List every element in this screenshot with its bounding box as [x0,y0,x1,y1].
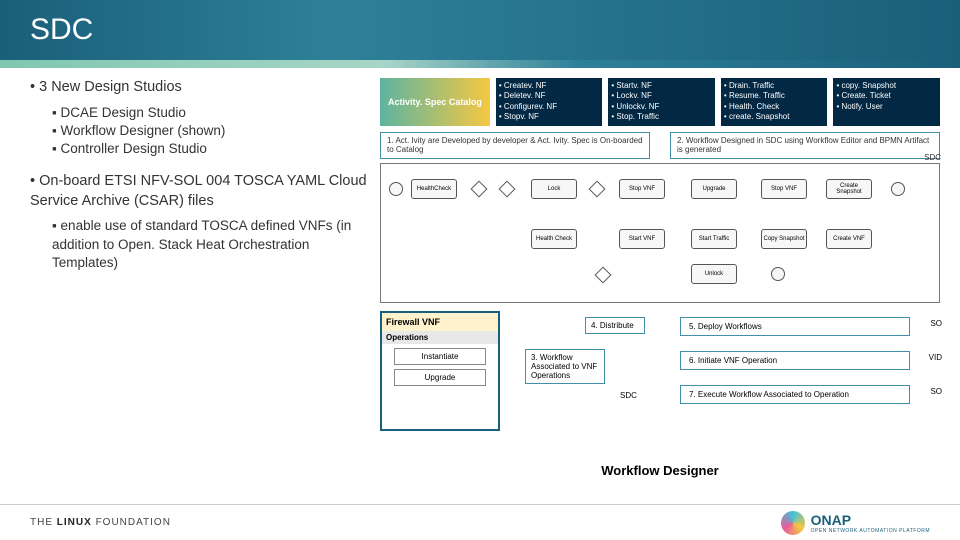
gateway-icon [499,180,516,197]
bpmn-task: Create VNF [826,229,872,249]
header-decoration [0,60,960,68]
bullet-main-1: 3 New Design Studios [30,78,370,98]
catalog-col-1: Createv. NF Deletev. NF Configurev. NF S… [496,78,603,126]
slide-footer: THE LINUX FOUNDATION ONAP OPEN NETWORK A… [0,504,960,540]
catalog-item: Deletev. NF [499,91,597,101]
onap-logo: ONAP OPEN NETWORK AUTOMATION PLATFORM [781,511,930,535]
end-event-icon [771,267,785,281]
gateway-icon [595,266,612,283]
bpmn-task: Upgrade [691,179,737,199]
catalog-item: copy. Snapshot [836,81,934,91]
start-event-icon [389,182,403,196]
catalog-item: Unlockv. NF [611,102,709,112]
catalog-label: Activity. Spec Catalog [380,78,490,126]
bullet-sub-1a: DCAE Design Studio [52,104,370,122]
so-tag: SO [930,319,942,328]
onap-swirl-icon [781,511,805,535]
step-row: 1. Act. Ivity are Developed by developer… [380,132,940,159]
vnf-box: Firewall VNF Operations Instantiate Upgr… [380,311,500,431]
catalog-item: create. Snapshot [724,112,822,122]
linux-foundation-logo: THE LINUX FOUNDATION [30,517,171,528]
flow-step-5: 5. Deploy Workflows [680,317,910,336]
catalog-col-4: copy. Snapshot Create. Ticket Notify. Us… [833,78,940,126]
bpmn-task: Create Snapshot [826,179,872,199]
bullet-sub-1b: Workflow Designer (shown) [52,122,370,140]
vid-tag: VID [929,353,942,362]
flow-step-3: 3. Workflow Associated to VNF Operations [525,349,605,385]
catalog-item: Lockv. NF [611,91,709,101]
flow-step-4: 4. Distribute [585,317,645,334]
flow-step-7: 7. Execute Workflow Associated to Operat… [680,385,910,404]
bpmn-task: Start VNF [619,229,665,249]
gateway-icon [589,180,606,197]
diagram-column: Activity. Spec Catalog Createv. NF Delet… [380,78,940,480]
sdc-tag: SDC [620,391,637,400]
flow-step-6: 6. Initiate VNF Operation [680,351,910,370]
vnf-title: Firewall VNF [382,313,498,331]
bullet-main-2: On-board ETSI NFV-SOL 004 TOSCA YAML Clo… [30,172,370,211]
bpmn-diagram: SDC HealthCheck Lock Stop VNF Upgrade St… [380,163,940,303]
catalog-item: Resume. Traffic [724,91,822,101]
gateway-icon [471,180,488,197]
bpmn-task: Stop VNF [761,179,807,199]
bottom-flow: Firewall VNF Operations Instantiate Upgr… [380,311,940,431]
workflow-designer-title: Workflow Designer [601,463,719,478]
lf-word: FOUNDATION [96,517,171,528]
bpmn-task: Start Traffic [691,229,737,249]
bpmn-task: Copy Snapshot [761,229,807,249]
catalog-item: Create. Ticket [836,91,934,101]
activity-catalog: Activity. Spec Catalog Createv. NF Delet… [380,78,940,126]
catalog-col-3: Drain. Traffic Resume. Traffic Health. C… [721,78,828,126]
slide-body: 3 New Design Studios DCAE Design Studio … [0,60,960,490]
catalog-item: Createv. NF [499,81,597,91]
slide-title: SDC [30,13,93,47]
catalog-item: Notify. User [836,102,934,112]
catalog-col-2: Startv. NF Lockv. NF Unlockv. NF Stop. T… [608,78,715,126]
text-column: 3 New Design Studios DCAE Design Studio … [30,78,380,480]
sdc-tag: SDC [924,153,941,162]
catalog-item: Startv. NF [611,81,709,91]
step-2: 2. Workflow Designed in SDC using Workfl… [670,132,940,159]
catalog-item: Configurev. NF [499,102,597,112]
catalog-item: Stop. Traffic [611,112,709,122]
end-event-icon [891,182,905,196]
catalog-item: Drain. Traffic [724,81,822,91]
bpmn-task: HealthCheck [411,179,457,199]
vnf-op-upgrade: Upgrade [394,369,486,386]
catalog-item: Stopv. NF [499,112,597,122]
vnf-ops-header: Operations [382,331,498,344]
bpmn-task: Unlock [691,264,737,284]
bullet-sub-1c: Controller Design Studio [52,140,370,158]
slide-header: SDC [0,0,960,60]
lf-word: THE [30,517,53,528]
onap-text: ONAP [811,512,930,528]
bpmn-task: Health Check [531,229,577,249]
bullet-sub-2a: enable use of standard TOSCA defined VNF… [52,217,370,272]
bpmn-task: Lock [531,179,577,199]
so-tag: SO [930,387,942,396]
lf-word: LINUX [57,517,92,528]
vnf-op-instantiate: Instantiate [394,348,486,365]
bpmn-task: Stop VNF [619,179,665,199]
step-1: 1. Act. Ivity are Developed by developer… [380,132,650,159]
onap-subtitle: OPEN NETWORK AUTOMATION PLATFORM [811,528,930,534]
catalog-item: Health. Check [724,102,822,112]
